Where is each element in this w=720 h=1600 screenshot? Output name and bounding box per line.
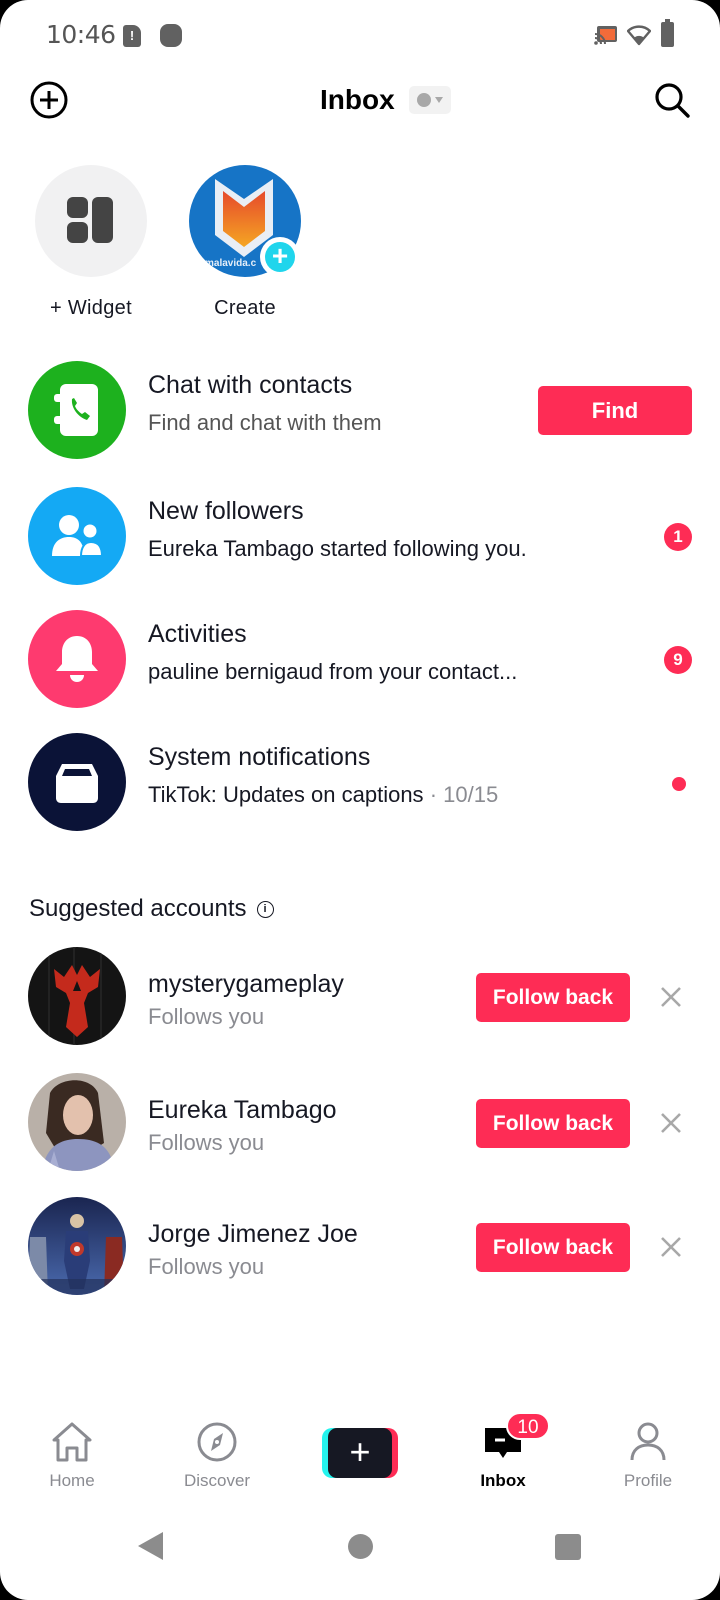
page-title: Inbox: [320, 84, 395, 115]
close-icon[interactable]: [656, 982, 686, 1012]
create-plus-button[interactable]: +: [260, 237, 300, 277]
notification-circle-icon: [160, 24, 182, 47]
nav-create-button[interactable]: +: [322, 1428, 398, 1478]
row-title: Chat with contacts: [148, 371, 353, 399]
nav-label: Discover: [183, 1471, 251, 1490]
suggested-accounts-heading: Suggested accounts i: [29, 895, 274, 923]
bottom-nav: Home Discover + Inbox 10 Profile: [0, 1412, 720, 1500]
info-icon[interactable]: i: [256, 900, 274, 918]
section-title: Suggested accounts: [29, 895, 247, 922]
status-dot-icon: [416, 93, 431, 107]
suggested-account-row[interactable]: Eureka Tambago Follows you Follow back: [0, 1072, 720, 1172]
row-subtitle: Eureka Tambago started following you.: [148, 536, 527, 561]
avatar[interactable]: [28, 1197, 126, 1295]
follow-back-button[interactable]: Follow back: [476, 1223, 630, 1272]
create-item[interactable]: malavida.c + Create: [180, 165, 310, 320]
widget-button[interactable]: [35, 165, 147, 277]
unread-count-badge: 9: [664, 646, 692, 674]
create-plus-icon: +: [328, 1428, 392, 1478]
plus-icon: +: [265, 242, 295, 272]
system-notifications-row[interactable]: System notifications TikTok: Updates on …: [0, 727, 720, 837]
home-icon: [52, 1422, 92, 1462]
status-time: 10:46: [46, 20, 116, 49]
compass-icon: [197, 1422, 237, 1462]
cast-icon: [594, 26, 617, 45]
nav-label: Inbox: [480, 1471, 526, 1490]
quick-actions-row: + Widget malavida.c + Create: [0, 165, 720, 335]
nav-discover[interactable]: Discover: [157, 1420, 277, 1491]
nav-label: Profile: [623, 1471, 673, 1490]
account-subtitle: Follows you: [148, 1004, 265, 1029]
notification-date: · 10/15: [429, 782, 499, 807]
suggested-account-row[interactable]: Jorge Jimenez Joe Follows you Follow bac…: [0, 1196, 720, 1296]
contacts-book-icon: [28, 361, 126, 459]
account-name: Jorge Jimenez Joe: [148, 1220, 358, 1248]
unread-dot: [672, 777, 686, 791]
new-followers-row[interactable]: New followers Eureka Tambago started fol…: [0, 481, 720, 591]
row-title: New followers: [148, 497, 304, 525]
activities-row[interactable]: Activities pauline bernigaud from your c…: [0, 604, 720, 714]
people-icon: [28, 487, 126, 585]
status-bar: 10:46 !: [0, 0, 720, 70]
close-icon[interactable]: [656, 1108, 686, 1138]
avatar-watermark: malavida.c: [205, 258, 257, 269]
page-title-group[interactable]: Inbox: [320, 84, 451, 116]
inbox-count-badge: 10: [506, 1412, 550, 1440]
system-nav-bar: [0, 1530, 720, 1580]
row-subtitle: pauline bernigaud from your contact...: [148, 659, 518, 684]
nav-profile[interactable]: Profile: [588, 1420, 708, 1491]
header: Inbox: [0, 70, 720, 132]
unread-count-badge: 1: [664, 523, 692, 551]
avatar[interactable]: [28, 1073, 126, 1171]
home-circle-icon[interactable]: [348, 1534, 373, 1559]
suggested-account-row[interactable]: mysterygameplay Follows you Follow back: [0, 946, 720, 1046]
find-button[interactable]: Find: [538, 386, 692, 435]
search-icon[interactable]: [652, 80, 692, 120]
inbox-tray-icon: [28, 733, 126, 831]
create-label: Create: [214, 297, 276, 319]
account-name: mysterygameplay: [148, 970, 344, 998]
battery-icon: [661, 19, 674, 47]
inbox-screen: 10:46 ! Inbox + Widget malavida.c + Crea…: [0, 0, 720, 1600]
notification-text: TikTok: Updates on captions: [148, 782, 424, 807]
bell-icon: [28, 610, 126, 708]
sim-alert-icon: !: [123, 25, 141, 47]
account-subtitle: Follows you: [148, 1254, 265, 1279]
row-subtitle: Find and chat with them: [148, 410, 382, 435]
close-icon[interactable]: [656, 1232, 686, 1262]
chat-with-contacts-row[interactable]: Chat with contacts Find and chat with th…: [0, 355, 720, 465]
account-name: Eureka Tambago: [148, 1096, 337, 1124]
row-title: Activities: [148, 620, 247, 648]
row-subtitle: TikTok: Updates on captions · 10/15: [148, 782, 498, 808]
follow-back-button[interactable]: Follow back: [476, 1099, 630, 1148]
follow-back-button[interactable]: Follow back: [476, 973, 630, 1022]
widget-item[interactable]: + Widget: [26, 165, 156, 320]
caret-down-icon: [434, 97, 443, 103]
nav-home[interactable]: Home: [12, 1420, 132, 1491]
add-circle-icon[interactable]: [29, 80, 69, 120]
account-subtitle: Follows you: [148, 1130, 265, 1155]
nav-label: Home: [49, 1471, 95, 1490]
back-icon[interactable]: [138, 1532, 163, 1560]
widget-label: + Widget: [50, 297, 132, 319]
status-dropdown[interactable]: [408, 86, 451, 114]
widget-grid-icon: [67, 197, 113, 243]
wifi-icon: [627, 25, 651, 46]
avatar[interactable]: [28, 947, 126, 1045]
recents-icon[interactable]: [555, 1534, 581, 1560]
row-title: System notifications: [148, 743, 371, 771]
profile-icon: [630, 1422, 666, 1461]
